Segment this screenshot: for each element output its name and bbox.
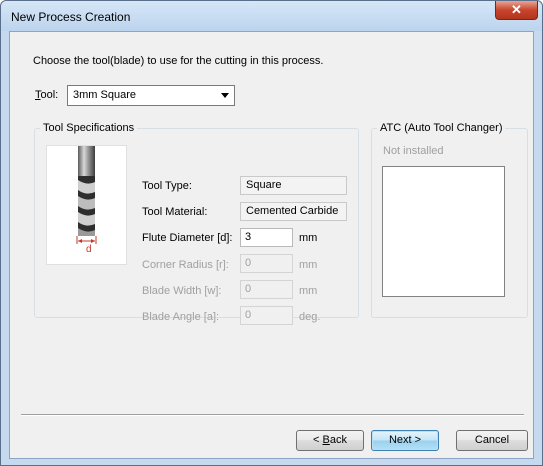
end-mill-icon: d bbox=[76, 146, 97, 255]
flute-diameter-unit: mm bbox=[299, 232, 318, 244]
diameter-label: d bbox=[86, 244, 92, 255]
tool-image: d bbox=[46, 145, 127, 265]
atc-body: Not installed bbox=[371, 122, 528, 318]
flute-diameter-field[interactable]: 3 bbox=[240, 228, 293, 247]
atc-tool-list bbox=[382, 166, 505, 297]
blade-width-field: 0 bbox=[240, 280, 293, 299]
instruction-text: Choose the tool(blade) to use for the cu… bbox=[33, 55, 324, 67]
dialog-content: Choose the tool(blade) to use for the cu… bbox=[9, 31, 534, 459]
tool-specifications-body: d Tool Type: Square Tool Material: Cemen… bbox=[34, 122, 359, 325]
back-prefix: < bbox=[313, 434, 323, 446]
dialog-window: New Process Creation ✕ Choose the tool(b… bbox=[0, 0, 543, 466]
next-button[interactable]: Next > bbox=[371, 430, 439, 451]
tool-type-field: Square bbox=[240, 176, 347, 195]
blade-width-label: Blade Width [w]: bbox=[142, 285, 222, 297]
tool-type-label: Tool Type: bbox=[142, 180, 192, 192]
flute-diameter-label: Flute Diameter [d]: bbox=[142, 232, 233, 244]
separator bbox=[21, 414, 524, 416]
window-title: New Process Creation bbox=[11, 10, 131, 24]
tool-material-label: Tool Material: bbox=[142, 206, 208, 218]
tool-label: Tool: bbox=[35, 89, 58, 101]
blade-angle-field: 0 bbox=[240, 306, 293, 325]
tool-label-rest: ool: bbox=[40, 89, 59, 101]
blade-angle-label: Blade Angle [a]: bbox=[142, 311, 220, 323]
atc-status: Not installed bbox=[383, 145, 444, 157]
close-icon: ✕ bbox=[511, 2, 522, 17]
back-hotkey: B bbox=[322, 434, 330, 446]
tool-dropdown[interactable]: 3mm Square bbox=[67, 85, 235, 106]
corner-radius-unit: mm bbox=[299, 259, 318, 271]
corner-radius-label: Corner Radius [r]: bbox=[142, 259, 229, 271]
blade-angle-unit: deg. bbox=[299, 311, 321, 323]
tool-dropdown-value: 3mm Square bbox=[73, 89, 136, 101]
blade-width-unit: mm bbox=[299, 285, 318, 297]
tool-material-field: Cemented Carbide bbox=[240, 202, 347, 221]
back-button[interactable]: < Back bbox=[296, 430, 364, 451]
chevron-down-icon bbox=[221, 93, 229, 98]
close-button[interactable]: ✕ bbox=[495, 1, 538, 20]
back-label-rest: ack bbox=[329, 434, 347, 446]
cancel-button[interactable]: Cancel bbox=[456, 430, 528, 451]
title-bar[interactable]: New Process Creation ✕ bbox=[1, 1, 542, 31]
corner-radius-field: 0 bbox=[240, 254, 293, 273]
